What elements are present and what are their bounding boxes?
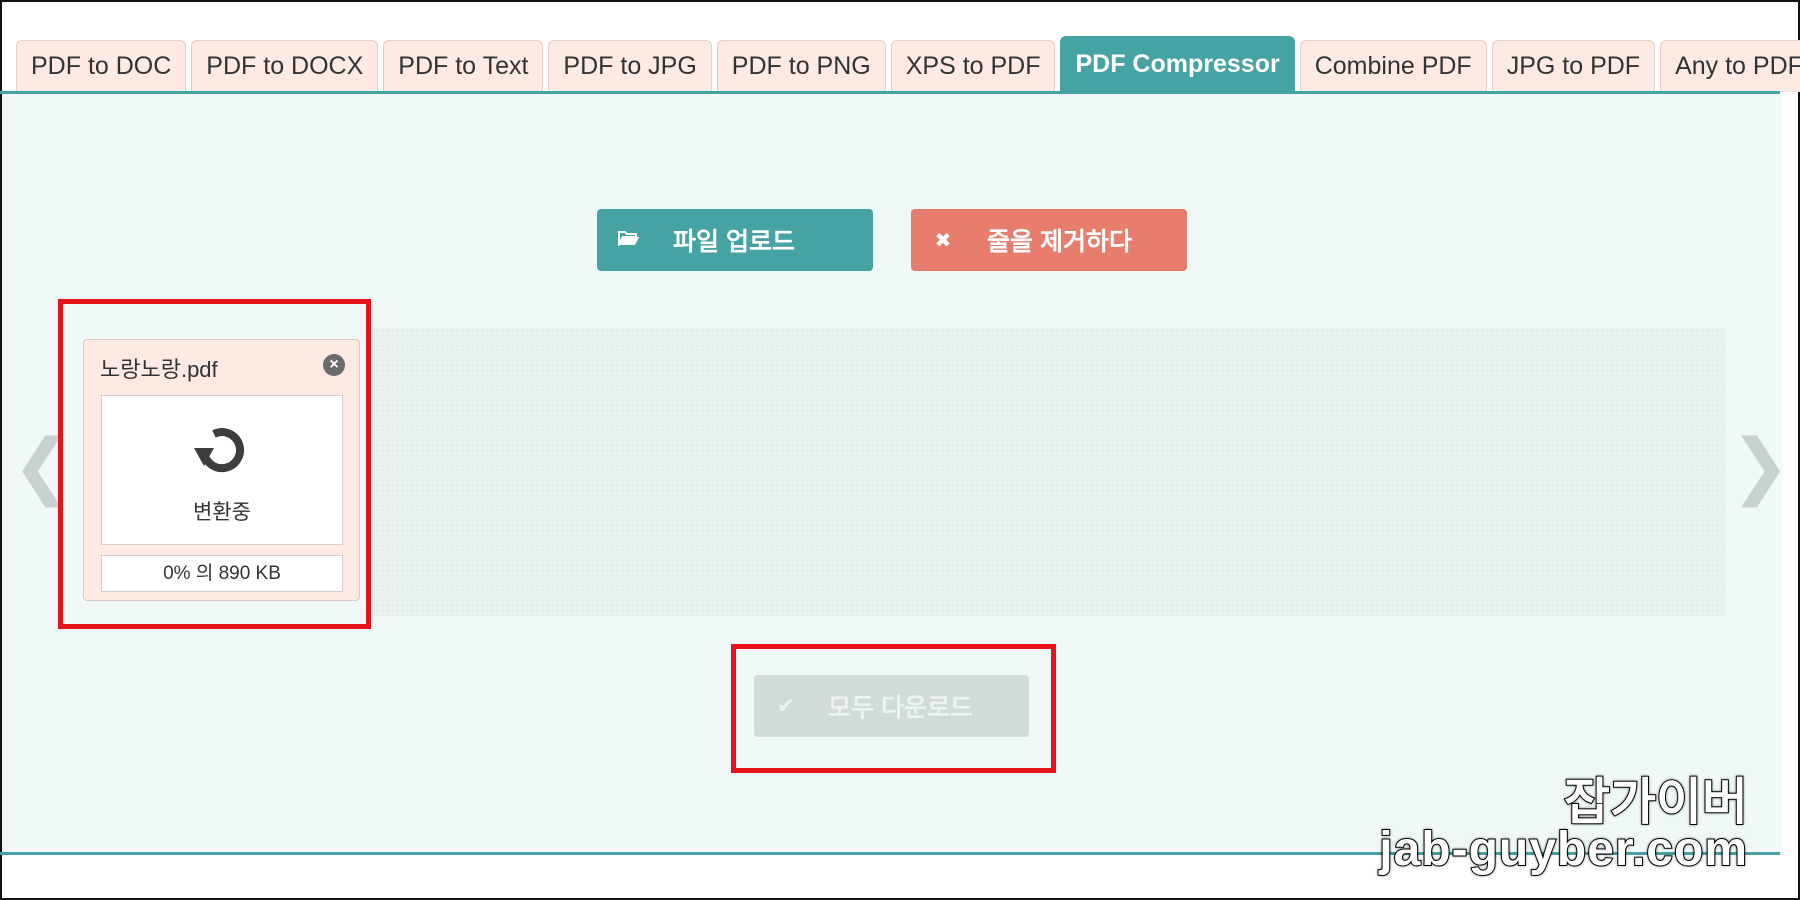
watermark-url: jab-guyber.com (1378, 822, 1748, 877)
close-icon: ✖ (934, 229, 952, 252)
file-queue-area (370, 328, 1726, 616)
next-arrow-icon[interactable]: ❯ (1730, 430, 1790, 502)
tab-pdf-to-doc[interactable]: PDF to DOC (16, 40, 187, 92)
tab-underline (0, 91, 1780, 94)
tab-combine-pdf[interactable]: Combine PDF (1299, 40, 1487, 92)
highlight-box-file (58, 299, 371, 629)
upload-button[interactable]: 파일 업로드 (597, 209, 873, 271)
tab-bar: PDF to DOC PDF to DOCX PDF to Text PDF t… (16, 36, 1800, 92)
tab-jpg-to-pdf[interactable]: JPG to PDF (1491, 40, 1656, 92)
upload-button-label: 파일 업로드 (673, 228, 795, 256)
remove-button-label: 줄을 제거하다 (987, 228, 1132, 256)
highlight-box-download (731, 644, 1056, 773)
tab-pdf-compressor[interactable]: PDF Compressor (1060, 36, 1295, 92)
tab-pdf-to-text[interactable]: PDF to Text (383, 40, 544, 92)
tab-pdf-to-jpg[interactable]: PDF to JPG (548, 40, 712, 92)
tab-any-to-pdf[interactable]: Any to PDF (1660, 40, 1800, 92)
folder-open-icon (597, 229, 661, 252)
remove-queue-button[interactable]: ✖ 줄을 제거하다 (911, 209, 1187, 271)
tab-pdf-to-png[interactable]: PDF to PNG (716, 40, 886, 92)
tab-xps-to-pdf[interactable]: XPS to PDF (890, 40, 1056, 92)
tab-pdf-to-docx[interactable]: PDF to DOCX (191, 40, 379, 92)
